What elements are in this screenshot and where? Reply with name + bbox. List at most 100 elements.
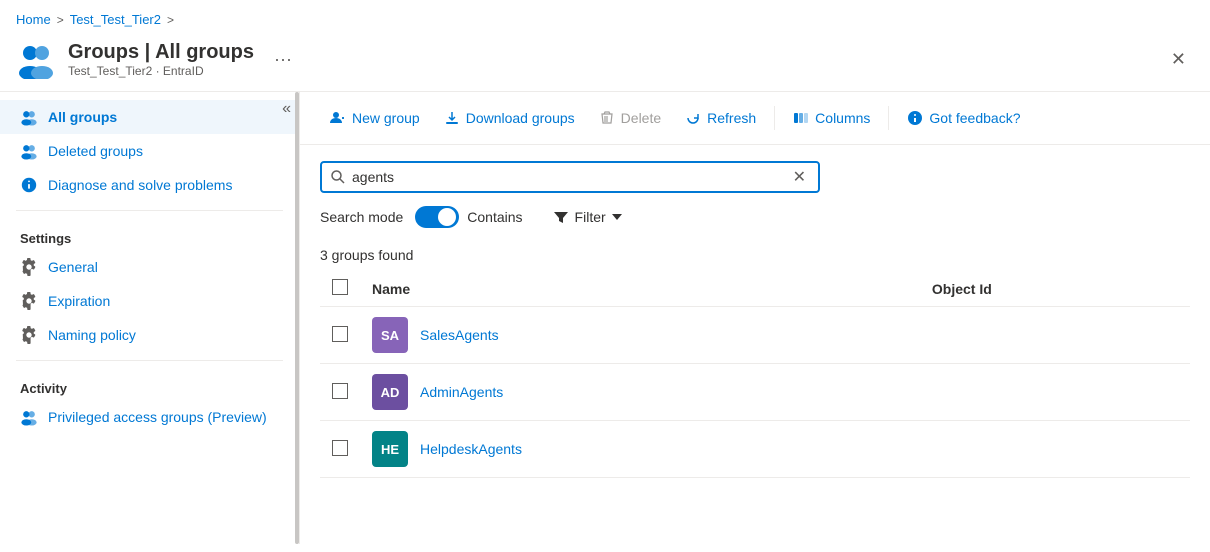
group-avatar: HE (372, 431, 408, 467)
main-content: New group Download groups Delete (300, 92, 1210, 544)
clear-search-button[interactable]: ✕ (789, 167, 810, 187)
group-row: AD AdminAgents (372, 374, 908, 410)
settings-section-title: Settings (0, 219, 299, 250)
filter-label: Filter (575, 209, 606, 225)
breadcrumb-sep2: > (167, 13, 174, 27)
sidebar-nav: All groups Deleted groups Diagnose and s… (0, 92, 299, 442)
page-header: Groups | All groups Test_Test_Tier2 · En… (0, 35, 1210, 92)
sidebar-item-deleted-groups[interactable]: Deleted groups (0, 134, 299, 168)
sidebar-item-all-groups[interactable]: All groups (0, 100, 299, 134)
columns-button[interactable]: Columns (783, 104, 880, 132)
row-checkbox-cell (320, 307, 360, 364)
diagnose-icon (20, 176, 38, 194)
privileged-access-icon (20, 408, 38, 426)
sidebar-scrollbar[interactable] (295, 92, 299, 544)
got-feedback-button[interactable]: Got feedback? (897, 104, 1030, 132)
expiration-gear-icon (20, 292, 38, 310)
filter-button[interactable]: Filter (543, 203, 632, 231)
row-name-cell: AD AdminAgents (360, 364, 920, 421)
sidebar-divider-2 (16, 360, 283, 361)
breadcrumb-tier[interactable]: Test_Test_Tier2 (70, 12, 161, 27)
sidebar-item-expiration-label: Expiration (48, 293, 110, 309)
row-name-cell: HE HelpdeskAgents (360, 421, 920, 478)
columns-label: Columns (815, 110, 870, 126)
close-button[interactable]: ✕ (1163, 45, 1194, 74)
toolbar: New group Download groups Delete (300, 92, 1210, 145)
row-checkbox[interactable] (332, 383, 348, 399)
search-mode-label: Search mode (320, 209, 403, 225)
row-name-cell: SA SalesAgents (360, 307, 920, 364)
deleted-groups-icon (20, 142, 38, 160)
sidebar-collapse-button[interactable]: « (282, 100, 291, 118)
layout: « All groups Delete (0, 92, 1210, 544)
new-group-label: New group (352, 110, 420, 126)
filter-chevron-icon (612, 214, 622, 220)
group-name-link[interactable]: AdminAgents (420, 384, 503, 400)
sidebar-item-expiration[interactable]: Expiration (0, 284, 299, 318)
search-box: ✕ (320, 161, 820, 193)
breadcrumb-sep1: > (57, 13, 64, 27)
sidebar-item-general[interactable]: General (0, 250, 299, 284)
refresh-label: Refresh (707, 110, 756, 126)
group-name-link[interactable]: HelpdeskAgents (420, 441, 522, 457)
delete-icon (599, 110, 615, 126)
toolbar-separator (774, 106, 775, 130)
row-checkbox-cell (320, 421, 360, 478)
toggle-track (415, 206, 459, 228)
search-icon (330, 169, 346, 185)
header-checkbox[interactable] (332, 279, 348, 295)
refresh-icon (685, 110, 701, 126)
group-row: HE HelpdeskAgents (372, 431, 908, 467)
columns-icon (793, 110, 809, 126)
download-icon (444, 110, 460, 126)
header-checkbox-cell (320, 271, 360, 307)
search-area: ✕ Search mode Contains Filter (300, 145, 1210, 239)
group-name-link[interactable]: SalesAgents (420, 327, 499, 343)
sidebar-item-general-label: General (48, 259, 98, 275)
sidebar-item-privileged-access[interactable]: Privileged access groups (Preview) (0, 400, 299, 434)
header-name: Name (360, 271, 920, 307)
table-header-row: Name Object Id (320, 271, 1190, 307)
row-object-id (920, 307, 1190, 364)
table-row: HE HelpdeskAgents (320, 421, 1190, 478)
row-checkbox[interactable] (332, 326, 348, 342)
sidebar-item-deleted-groups-label: Deleted groups (48, 143, 143, 159)
more-options-button[interactable]: ··· (266, 45, 300, 74)
sidebar-item-all-groups-label: All groups (48, 109, 117, 125)
breadcrumb: Home > Test_Test_Tier2 > (0, 0, 1210, 35)
toggle-thumb (438, 208, 456, 226)
general-gear-icon (20, 258, 38, 276)
sidebar-item-naming-policy-label: Naming policy (48, 327, 136, 343)
search-input[interactable] (352, 169, 789, 185)
sidebar-item-diagnose[interactable]: Diagnose and solve problems (0, 168, 299, 202)
row-checkbox[interactable] (332, 440, 348, 456)
delete-button[interactable]: Delete (589, 104, 671, 132)
filter-icon (553, 209, 569, 225)
row-object-id (920, 421, 1190, 478)
delete-label: Delete (621, 110, 661, 126)
search-mode-toggle[interactable]: Contains (415, 206, 522, 228)
table-row: SA SalesAgents (320, 307, 1190, 364)
table-row: AD AdminAgents (320, 364, 1190, 421)
groups-table: Name Object Id SA SalesAgents AD AdminAg (320, 271, 1190, 478)
row-checkbox-cell (320, 364, 360, 421)
header-object-id: Object Id (920, 271, 1190, 307)
table-area: Name Object Id SA SalesAgents AD AdminAg (300, 271, 1210, 478)
sidebar: « All groups Delete (0, 92, 300, 544)
group-avatar: AD (372, 374, 408, 410)
sidebar-item-diagnose-label: Diagnose and solve problems (48, 177, 232, 193)
header-title-group: Groups | All groups Test_Test_Tier2 · En… (68, 41, 254, 78)
download-groups-button[interactable]: Download groups (434, 104, 585, 132)
toolbar-separator-2 (888, 106, 889, 130)
all-groups-icon (20, 108, 38, 126)
header-subtitle: Test_Test_Tier2 · EntraID (68, 64, 254, 78)
sidebar-item-naming-policy[interactable]: Naming policy (0, 318, 299, 352)
page-title: Groups | All groups (68, 41, 254, 64)
groups-icon (16, 39, 56, 79)
refresh-button[interactable]: Refresh (675, 104, 766, 132)
breadcrumb-home[interactable]: Home (16, 12, 51, 27)
new-group-button[interactable]: New group (320, 104, 430, 132)
row-object-id (920, 364, 1190, 421)
group-row: SA SalesAgents (372, 317, 908, 353)
activity-section-title: Activity (0, 369, 299, 400)
